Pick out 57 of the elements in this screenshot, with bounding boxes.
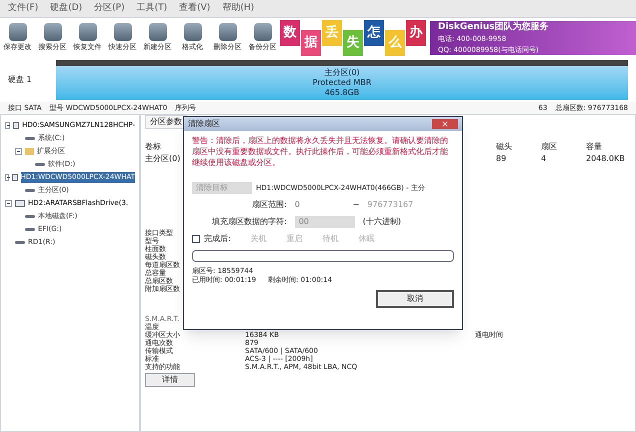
menu-item[interactable]: 分区(P) xyxy=(94,2,125,16)
table-cell-text: 4 xyxy=(541,153,548,165)
target-label: 清除目标 xyxy=(192,182,252,194)
partition-name: 主分区(0) xyxy=(324,68,360,78)
tool-icon xyxy=(254,23,272,42)
range-separator: ~ xyxy=(352,199,360,211)
tool-icon xyxy=(114,23,132,42)
details-button[interactable]: 详情 xyxy=(145,373,195,387)
column-header: 扇区 xyxy=(541,141,558,153)
tool-icon xyxy=(44,23,62,42)
warning-text: 警告：清除后，扇区上的数据将永久丢失并且无法恢复。请确认要清除的扇区中没有重要数据或文件。执行此操作后，可能必须重新格式化后才能继续使用该磁盘或分区。 xyxy=(192,135,449,169)
tool-icon xyxy=(78,23,96,42)
table-cell-text: 89 xyxy=(496,153,508,165)
partition-icon xyxy=(35,163,45,166)
fill-label: 填充扇区数据的字符: xyxy=(212,216,287,228)
banner-character: 么 xyxy=(385,30,405,56)
tool-icon xyxy=(218,23,236,42)
partition-icon xyxy=(25,137,35,140)
partition-type: Protected MBR xyxy=(312,78,372,88)
banner-character: 失 xyxy=(343,30,363,56)
tool-icon xyxy=(148,23,166,42)
close-icon xyxy=(441,120,449,128)
banner-character: 丢 xyxy=(322,20,342,46)
partition-icon xyxy=(25,189,35,192)
table-cell: 主分区(0) xyxy=(145,153,180,165)
expander-icon[interactable] xyxy=(5,122,10,129)
cancel-button[interactable]: 取消 xyxy=(376,290,454,308)
menu-item[interactable]: 工具(T) xyxy=(136,2,168,16)
range-label: 扇区范围: xyxy=(252,199,287,211)
tool-icon xyxy=(184,23,202,42)
range-end: 976773167 xyxy=(367,199,414,211)
partition-size: 465.8GB xyxy=(324,88,360,98)
column-header: 磁头 xyxy=(496,141,513,153)
banner-character: 怎 xyxy=(364,20,384,46)
disk-label: 硬盘 1 xyxy=(8,74,33,86)
expander-icon[interactable] xyxy=(5,200,12,207)
range-start: 0 xyxy=(294,199,301,211)
tool-icon xyxy=(8,23,26,42)
menu-item[interactable]: 硬盘(D) xyxy=(50,2,82,16)
expander-icon[interactable] xyxy=(5,174,10,181)
dialog-title: 清除扇区 xyxy=(188,118,220,130)
banner-character: 据 xyxy=(301,30,321,56)
fill-unit: (十六进制) xyxy=(362,216,401,228)
expander-icon[interactable] xyxy=(15,148,22,155)
table-cell-text: 2048.0KB xyxy=(586,153,626,165)
banner-slogan: DiskGenius团队为您服务 xyxy=(438,20,550,34)
banner-character: 办 xyxy=(406,20,426,46)
menu-item[interactable]: 帮助(H) xyxy=(222,2,254,16)
menu-item[interactable]: 查看(V) xyxy=(179,2,210,16)
checkbox[interactable] xyxy=(192,235,200,243)
checkbox-label: 完成后: xyxy=(204,233,231,245)
column-header: 卷标 xyxy=(145,141,161,153)
menu-item[interactable]: 文件(F) xyxy=(8,2,38,16)
tab[interactable]: 分区参数 xyxy=(145,115,187,129)
folder-icon xyxy=(25,148,34,155)
banner-character: 数 xyxy=(280,20,300,46)
column-header: 容量 xyxy=(586,141,603,153)
